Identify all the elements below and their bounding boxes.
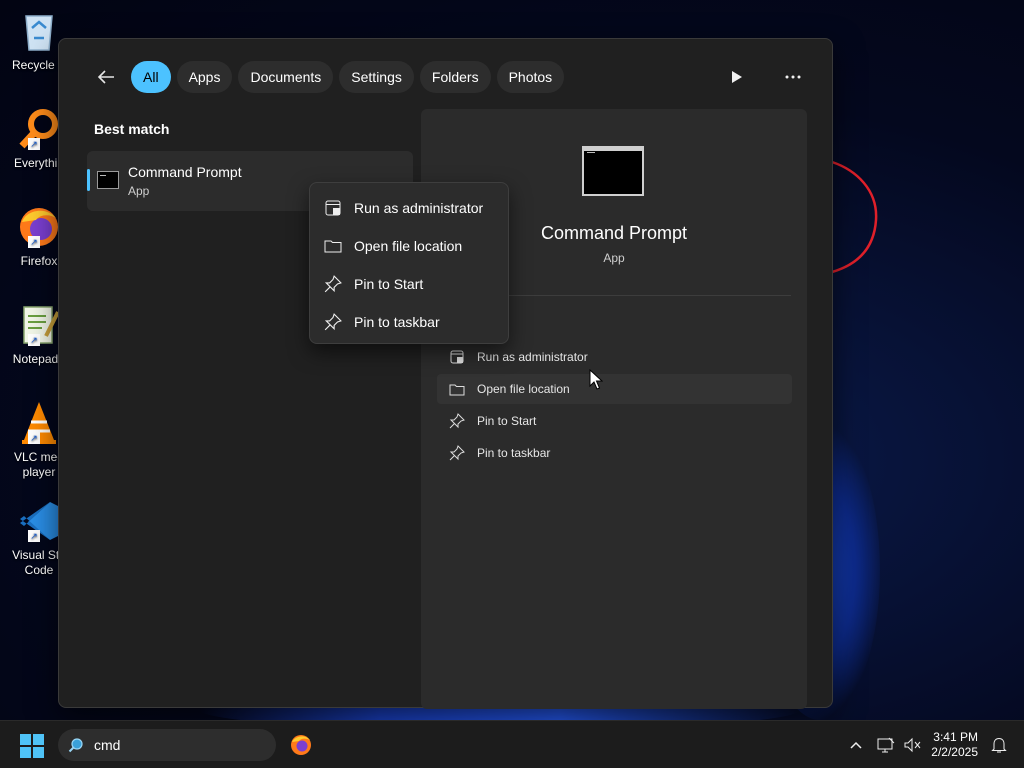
filter-chip-folders[interactable]: Folders — [419, 61, 491, 93]
pin-icon — [449, 445, 465, 461]
taskbar: 3:41 PM 2/2/2025 — [0, 720, 1024, 768]
context-menu-label: Pin to Start — [354, 276, 424, 292]
context-menu-run-as-administrator[interactable]: Run as administrator — [310, 189, 508, 227]
windows-logo-icon — [20, 734, 31, 745]
command-prompt-icon — [97, 171, 119, 189]
red-annotation-scribble — [831, 160, 878, 274]
vlc-icon: ↗ — [16, 400, 62, 446]
selection-indicator — [87, 169, 90, 191]
action-label: Pin to Start — [477, 414, 537, 428]
details-action-pin-to-start[interactable]: Pin to Start — [437, 406, 792, 436]
best-match-heading: Best match — [94, 121, 170, 137]
search-input[interactable] — [94, 737, 264, 753]
play-button[interactable] — [726, 65, 748, 89]
clock-time: 3:41 PM — [933, 730, 978, 744]
pin-icon — [324, 275, 342, 293]
context-menu-label: Open file location — [354, 238, 463, 254]
start-button[interactable] — [20, 734, 44, 758]
action-label: Run as administrator — [477, 350, 588, 364]
firefox-icon — [291, 735, 311, 755]
shortcut-arrow-icon: ↗ — [28, 138, 40, 150]
volume-button[interactable] — [901, 734, 923, 756]
recycle-bin-icon — [16, 8, 62, 54]
top-actions — [726, 65, 804, 89]
context-menu-pin-to-taskbar[interactable]: Pin to taskbar — [310, 303, 508, 341]
filter-chip-settings[interactable]: Settings — [339, 61, 414, 93]
result-title: Command Prompt — [128, 164, 242, 180]
command-prompt-large-icon — [582, 146, 644, 196]
back-button[interactable] — [91, 61, 121, 93]
vscode-icon: ↗ — [16, 498, 62, 544]
play-icon — [732, 71, 742, 83]
shortcut-arrow-icon: ↗ — [28, 236, 40, 248]
filter-chip-photos[interactable]: Photos — [496, 61, 565, 93]
details-action-list: Run as administrator Open file location … — [437, 342, 792, 470]
action-label: Open file location — [477, 382, 570, 396]
filter-bar: All Apps Documents Settings Folders Phot… — [91, 61, 565, 93]
firefox-icon: ↗ — [16, 204, 62, 250]
context-menu-open-file-location[interactable]: Open file location — [310, 227, 508, 265]
more-options-button[interactable] — [782, 65, 804, 89]
details-action-open-file-location[interactable]: Open file location — [437, 374, 792, 404]
details-action-run-as-administrator[interactable]: Run as administrator — [437, 342, 792, 372]
shield-window-icon — [449, 349, 465, 365]
shortcut-arrow-icon: ↗ — [28, 334, 40, 346]
search-icon — [68, 738, 83, 753]
show-hidden-icons-button[interactable] — [845, 734, 867, 756]
system-tray: 3:41 PM 2/2/2025 — [845, 721, 1024, 768]
folder-icon — [449, 381, 465, 397]
clock[interactable]: 3:41 PM 2/2/2025 — [931, 730, 978, 760]
taskbar-search-box[interactable] — [58, 729, 276, 761]
chevron-up-icon — [850, 741, 862, 749]
shield-window-icon — [324, 199, 342, 217]
network-button[interactable] — [875, 734, 897, 756]
folder-icon — [324, 237, 342, 255]
pin-icon — [324, 313, 342, 331]
more-dots-icon — [785, 75, 801, 79]
filter-chip-all[interactable]: All — [131, 61, 171, 93]
shortcut-arrow-icon: ↗ — [28, 530, 40, 542]
bell-icon — [991, 737, 1007, 753]
result-subtitle: App — [128, 184, 150, 198]
taskbar-firefox-button[interactable] — [289, 733, 313, 757]
filter-chip-documents[interactable]: Documents — [238, 61, 334, 93]
everything-search-icon: ↗ — [16, 106, 62, 152]
speaker-muted-icon — [904, 737, 921, 753]
context-menu: Run as administrator Open file location … — [309, 182, 509, 344]
details-action-pin-to-taskbar[interactable]: Pin to taskbar — [437, 438, 792, 468]
mouse-pointer-icon — [589, 369, 603, 390]
notepad-plus-plus-icon: ↗ — [16, 302, 62, 348]
filter-chip-apps[interactable]: Apps — [176, 61, 233, 93]
notifications-button[interactable] — [988, 734, 1010, 756]
network-monitor-icon — [877, 737, 895, 753]
shortcut-arrow-icon: ↗ — [28, 432, 40, 444]
pin-icon — [449, 413, 465, 429]
context-menu-pin-to-start[interactable]: Pin to Start — [310, 265, 508, 303]
action-label: Pin to taskbar — [477, 446, 551, 460]
search-panel: All Apps Documents Settings Folders Phot… — [58, 38, 833, 709]
clock-date: 2/2/2025 — [931, 745, 978, 759]
context-menu-label: Pin to taskbar — [354, 314, 440, 330]
arrow-left-icon — [97, 70, 114, 84]
context-menu-label: Run as administrator — [354, 200, 484, 216]
